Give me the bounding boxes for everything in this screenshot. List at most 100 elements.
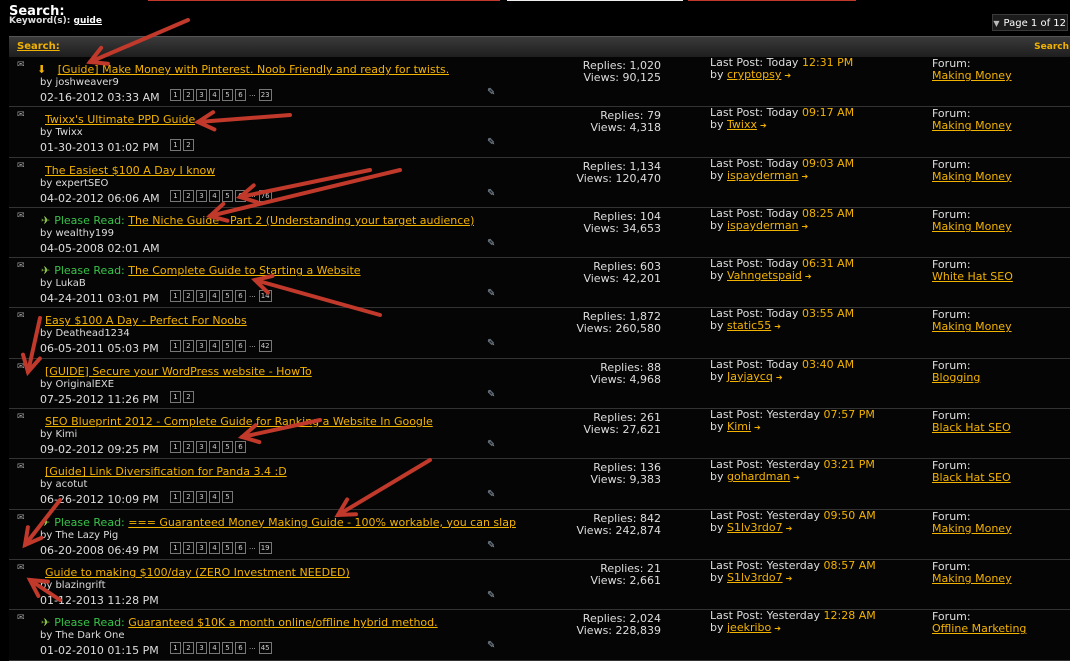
author-name[interactable]: blazingrift	[55, 580, 105, 591]
page-link[interactable]: 1	[170, 290, 181, 303]
page-link[interactable]: 2	[183, 541, 194, 554]
forum-link[interactable]: Black Hat SEO	[932, 471, 1011, 484]
edit-icon[interactable]: ✎	[487, 489, 495, 500]
page-link[interactable]: 5	[222, 541, 233, 554]
thread-title-link[interactable]: The Easiest $100 A Day I know	[45, 164, 215, 177]
edit-icon[interactable]: ✎	[487, 640, 495, 651]
go-to-last-post-icon[interactable]: ➔	[784, 71, 791, 80]
thread-title-link[interactable]: Guaranteed $10K a month online/offline h…	[128, 616, 437, 629]
page-link[interactable]: 1	[170, 390, 181, 403]
page-link[interactable]: 3	[196, 89, 207, 101]
author-name[interactable]: LukaB	[55, 278, 85, 289]
page-link[interactable]: 3	[196, 441, 207, 454]
thread-title-link[interactable]: [GUIDE] Secure your WordPress website - …	[45, 365, 312, 378]
page-link[interactable]: 3	[196, 541, 207, 554]
page-link[interactable]: 5	[222, 340, 233, 353]
page-link[interactable]: 6	[235, 340, 246, 353]
page-link[interactable]: 3	[196, 642, 207, 655]
forum-link[interactable]: Blogging	[932, 371, 980, 384]
last-post-user[interactable]: jeekribo	[727, 621, 771, 634]
go-to-last-post-icon[interactable]: ➔	[776, 373, 783, 382]
go-to-last-post-icon[interactable]: ➔	[786, 574, 793, 583]
author-name[interactable]: The Dark One	[55, 630, 124, 641]
edit-icon[interactable]: ✎	[487, 137, 495, 148]
page-link[interactable]: 4	[209, 642, 220, 655]
page-link[interactable]: 2	[183, 89, 194, 101]
go-to-last-post-icon[interactable]: ➔	[802, 172, 809, 181]
page-link[interactable]: 2	[183, 441, 194, 454]
thread-title-link[interactable]: Guide to making $100/day (ZERO Investmen…	[45, 566, 350, 579]
author-name[interactable]: joshweaver9	[55, 77, 118, 88]
go-to-last-post-icon[interactable]: ➔	[754, 423, 761, 432]
thread-title-link[interactable]: The Niche Guide - Part 2 (Understanding …	[128, 214, 474, 227]
thread-title-link[interactable]: === Guaranteed Money Making Guide - 100%…	[128, 516, 516, 529]
last-post-user[interactable]: gohardman	[727, 470, 790, 483]
page-link[interactable]: 5	[222, 491, 233, 504]
page-link[interactable]: 4	[209, 441, 220, 454]
go-to-last-post-icon[interactable]: ➔	[774, 322, 781, 331]
page-link[interactable]: 2	[183, 290, 194, 303]
page-link[interactable]: 19	[258, 541, 272, 554]
page-link[interactable]: 45	[258, 642, 272, 655]
last-post-user[interactable]: ispayderman	[727, 169, 799, 182]
last-post-user[interactable]: Vahngetspaid	[727, 269, 802, 282]
last-post-user[interactable]: S1lv3rdo7	[727, 521, 783, 534]
last-post-user[interactable]: Kimi	[727, 420, 751, 433]
page-link[interactable]: 1	[170, 541, 181, 554]
page-link[interactable]: 4	[209, 290, 220, 303]
go-to-last-post-icon[interactable]: ➔	[760, 121, 767, 130]
go-to-last-post-icon[interactable]: ➔	[802, 222, 809, 231]
edit-icon[interactable]: ✎	[487, 439, 495, 450]
page-link[interactable]: 2	[183, 491, 194, 504]
keyword-link[interactable]: guide	[74, 16, 102, 26]
page-link[interactable]: 5	[222, 642, 233, 655]
page-link[interactable]: 3	[196, 340, 207, 353]
forum-link[interactable]: Making Money	[932, 170, 1012, 183]
forum-link[interactable]: Black Hat SEO	[932, 421, 1011, 434]
thread-title-link[interactable]: Twixx's Ultimate PPD Guide	[45, 113, 195, 126]
go-to-last-post-icon[interactable]: ➔	[774, 624, 781, 633]
last-post-user[interactable]: cryptopsy	[727, 68, 781, 81]
thread-title-link[interactable]: [Guide] Make Money with Pinterest. Noob …	[58, 63, 450, 76]
go-to-last-post-icon[interactable]: ➔	[786, 524, 793, 533]
last-post-user[interactable]: Jayjaycq	[727, 370, 773, 383]
edit-icon[interactable]: ✎	[487, 188, 495, 199]
forum-link[interactable]: White Hat SEO	[932, 270, 1013, 283]
forum-link[interactable]: Making Money	[932, 119, 1012, 132]
page-link[interactable]: 6	[235, 541, 246, 554]
last-post-user[interactable]: static55	[727, 319, 771, 332]
page-link[interactable]: 5	[222, 89, 233, 101]
page-link[interactable]: 4	[209, 541, 220, 554]
page-link[interactable]: 4	[209, 189, 220, 202]
page-link[interactable]: 5	[222, 290, 233, 303]
page-link[interactable]: 6	[235, 642, 246, 655]
page-link[interactable]: 4	[209, 89, 220, 101]
page-link[interactable]: 3	[196, 491, 207, 504]
page-dropdown[interactable]: ▼ Page 1 of 12	[992, 14, 1068, 31]
edit-icon[interactable]: ✎	[487, 540, 495, 551]
page-link[interactable]: 1	[170, 441, 181, 454]
page-link[interactable]: 42	[258, 340, 272, 353]
page-link[interactable]: 2	[183, 139, 194, 152]
edit-icon[interactable]: ✎	[487, 288, 495, 299]
page-link[interactable]: 1	[170, 89, 181, 101]
author-name[interactable]: acotut	[55, 479, 87, 490]
edit-icon[interactable]: ✎	[487, 87, 495, 98]
page-link[interactable]: 2	[183, 642, 194, 655]
page-link[interactable]: 6	[235, 89, 246, 101]
last-post-user[interactable]: ispayderman	[727, 219, 799, 232]
page-link[interactable]: 3	[196, 290, 207, 303]
page-link[interactable]: 3	[196, 189, 207, 202]
forum-link[interactable]: Making Money	[932, 220, 1012, 233]
page-link[interactable]: 6	[235, 290, 246, 303]
page-link[interactable]: 23	[258, 89, 272, 101]
thread-title-link[interactable]: The Complete Guide to Starting a Website	[128, 264, 360, 277]
page-link[interactable]: 5	[222, 189, 233, 202]
results-header-title[interactable]: Search:	[17, 41, 60, 52]
thread-title-link[interactable]: [Guide] Link Diversification for Panda 3…	[45, 465, 287, 478]
page-link[interactable]: 76	[258, 189, 272, 202]
forum-link[interactable]: Making Money	[932, 522, 1012, 535]
page-link[interactable]: 1	[170, 189, 181, 202]
thread-title-link[interactable]: Easy $100 A Day - Perfect For Noobs	[45, 314, 247, 327]
author-name[interactable]: expertSEO	[55, 178, 108, 189]
